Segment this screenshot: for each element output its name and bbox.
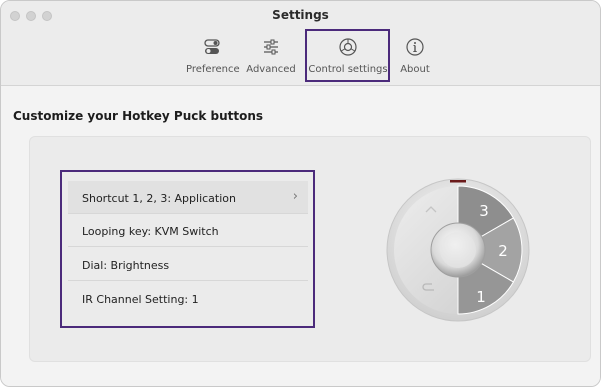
- tab-about[interactable]: About: [397, 31, 433, 85]
- hotkey-puck-image: 3 2 1: [386, 178, 530, 322]
- window-title: Settings: [272, 8, 329, 22]
- list-highlight-box: [60, 170, 315, 328]
- tab-advanced[interactable]: Advanced: [241, 31, 301, 85]
- info-icon: [406, 38, 424, 56]
- tab-highlight-box: [305, 29, 390, 82]
- tab-label: Advanced: [246, 64, 296, 75]
- toolbar: Preference Advanced Control settings Abo…: [1, 31, 600, 86]
- puck-button-3-label: 3: [479, 202, 489, 220]
- puck-button-2-label: 2: [498, 242, 508, 260]
- puck-button-1-label: 1: [476, 288, 486, 306]
- page-title: Customize your Hotkey Puck buttons: [13, 109, 264, 123]
- tab-label: About: [400, 64, 430, 75]
- title-bar: Settings: [1, 1, 600, 31]
- toggle-icon: [204, 39, 220, 54]
- tab-preference[interactable]: Preference: [186, 31, 240, 85]
- tab-label: Preference: [186, 64, 240, 75]
- sliders-icon: [264, 39, 278, 55]
